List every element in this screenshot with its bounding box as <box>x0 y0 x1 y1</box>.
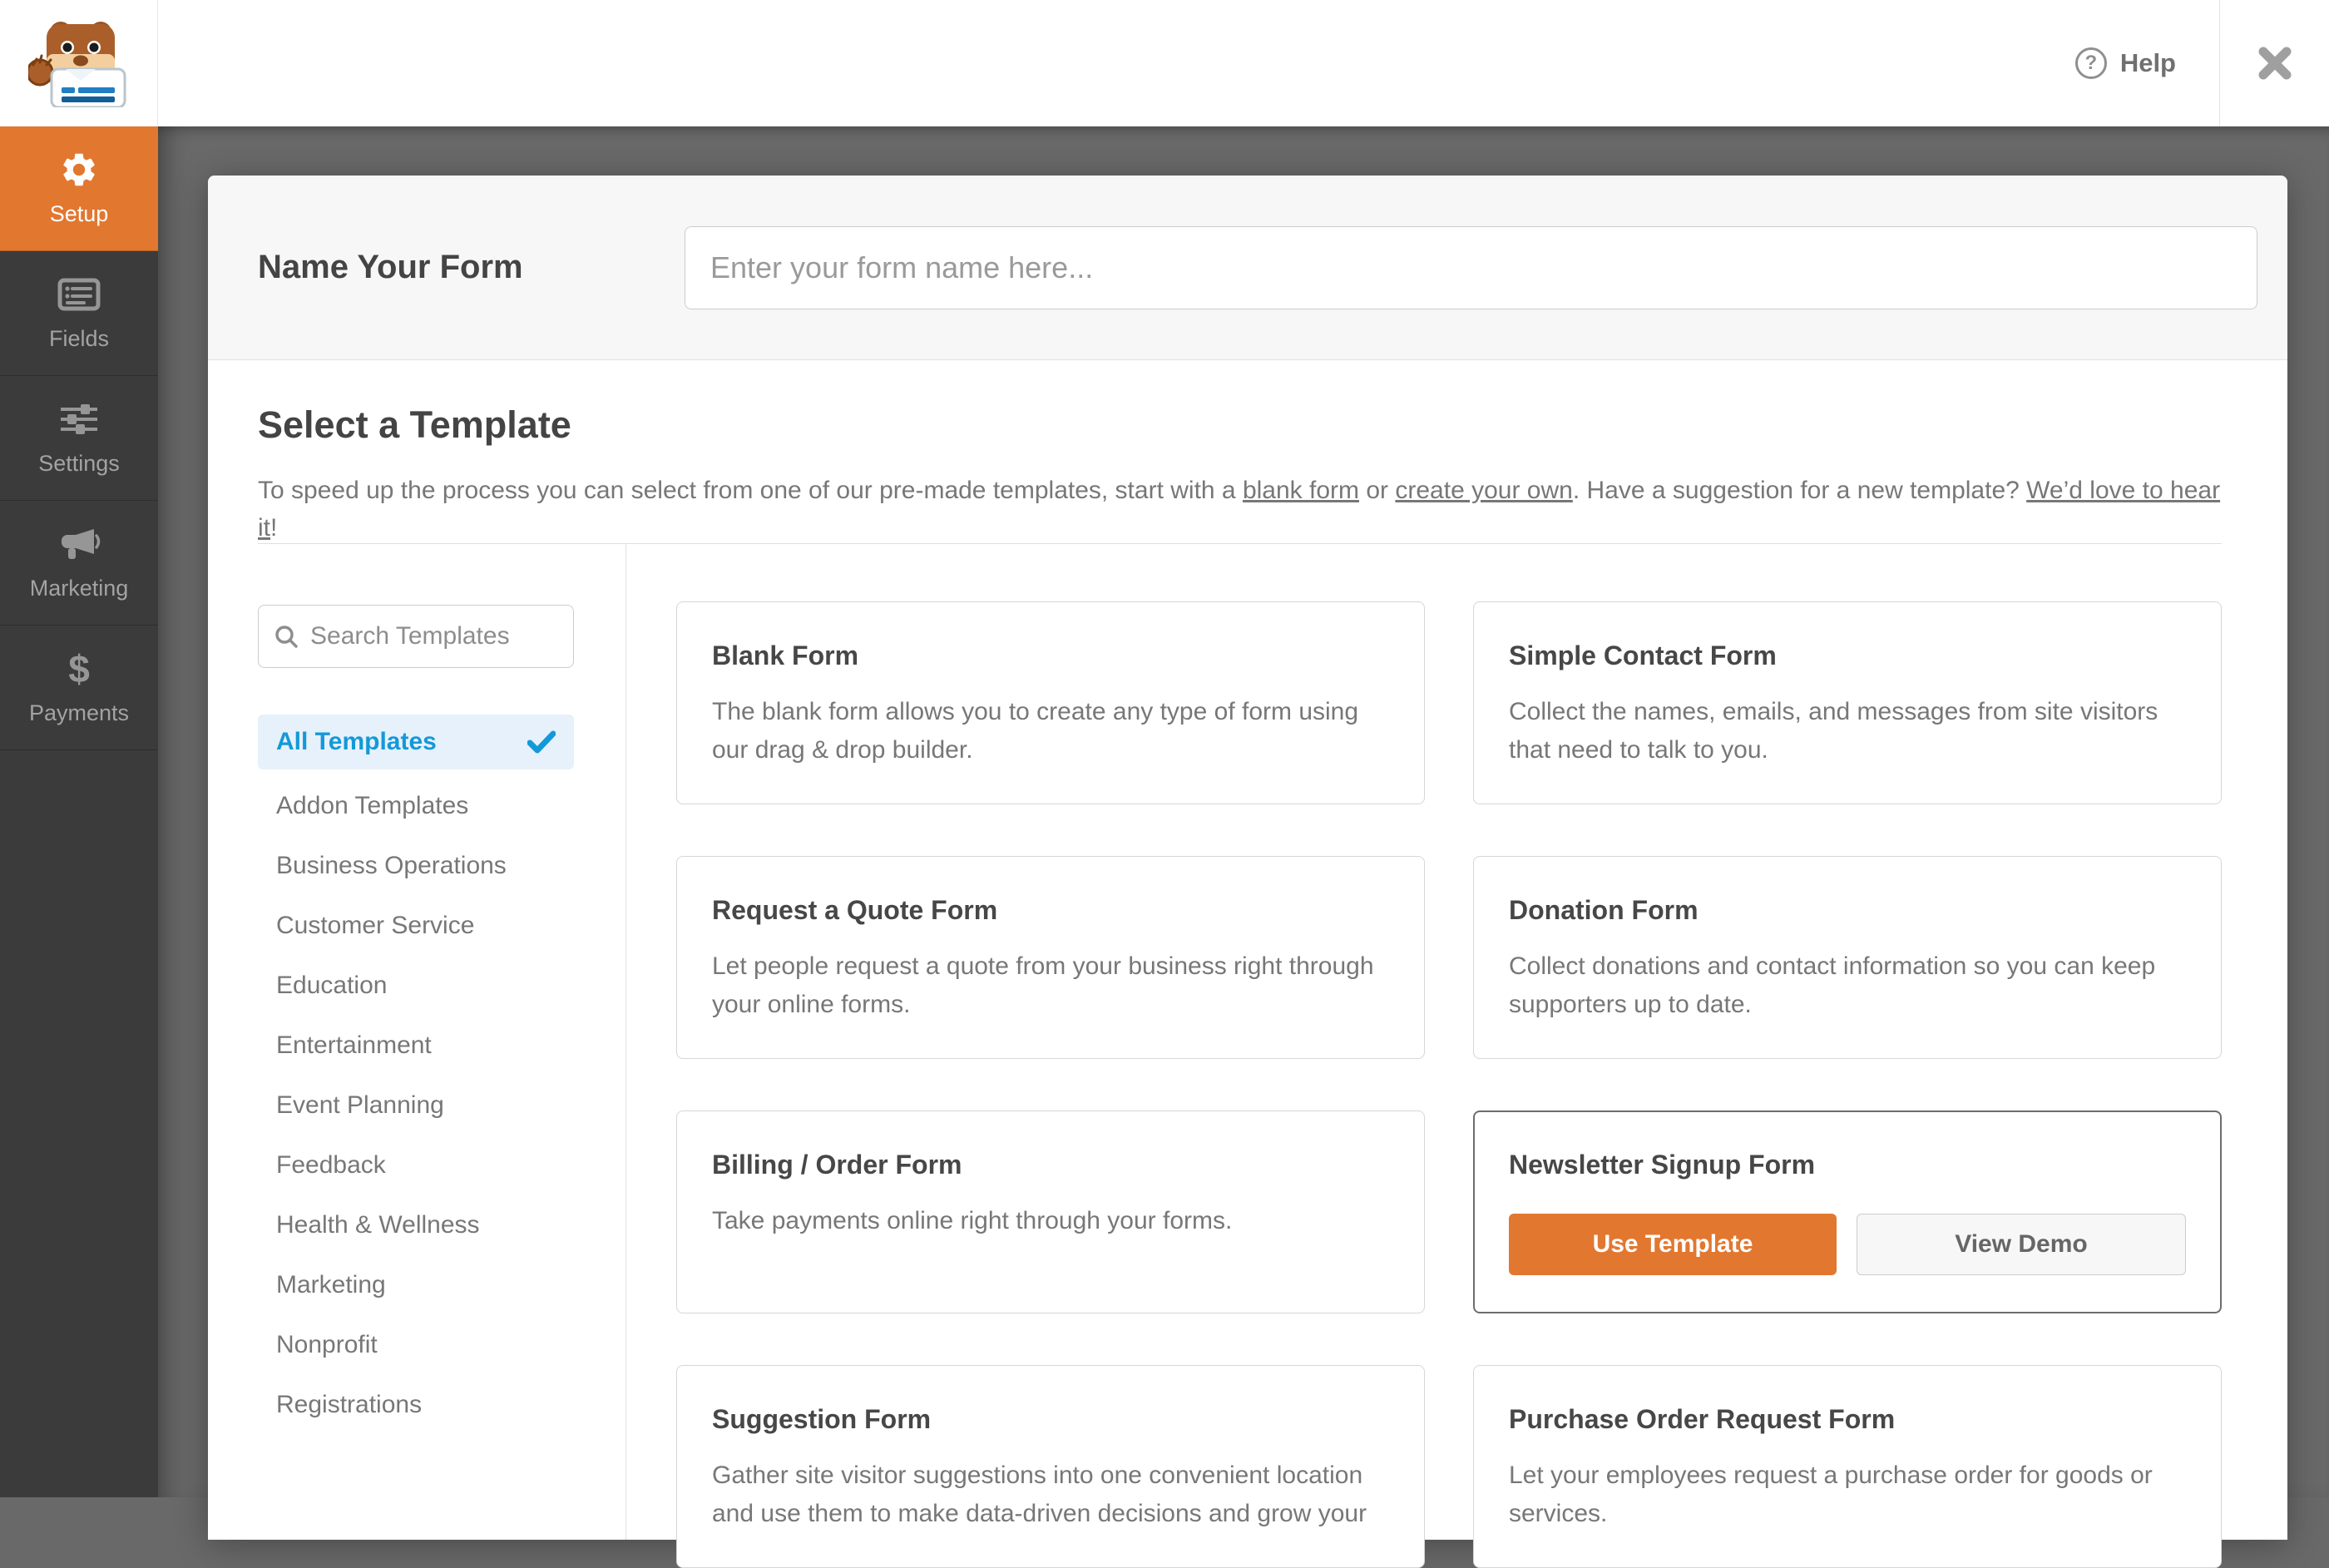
builder-sidebar: Setup Fields Settings Marketing $ Paymen… <box>0 126 158 1497</box>
category-list: All Templates Addon Templates Business O… <box>258 715 626 1435</box>
name-your-form-section: Name Your Form <box>208 176 2287 360</box>
template-card-description: The blank form allows you to create any … <box>712 698 1359 764</box>
dollar-icon: $ <box>68 647 90 690</box>
wpforms-logo <box>0 0 158 126</box>
select-template-intro: To speed up the process you can select f… <box>258 472 2238 547</box>
template-card-title: Purchase Order Request Form <box>1509 1404 1896 1434</box>
category-label: All Templates <box>276 728 437 755</box>
category-item[interactable]: Marketing <box>258 1255 574 1315</box>
template-card-actions: Use Template View Demo <box>1509 1214 2186 1275</box>
check-icon <box>527 730 556 754</box>
sidebar-item-fields[interactable]: Fields <box>0 251 158 376</box>
select-template-header: Select a Template To speed up the proces… <box>208 360 2287 547</box>
close-button[interactable] <box>2219 0 2329 126</box>
builder-main-area: Name Your Form Select a Template To spee… <box>158 126 2329 1568</box>
question-icon: ? <box>2074 47 2107 79</box>
intro-text: or <box>1359 477 1396 504</box>
select-template-title: Select a Template <box>258 403 571 446</box>
sidebar-item-setup[interactable]: Setup <box>0 126 158 251</box>
template-card-purchase-order-request-form[interactable]: Purchase Order Request Form Let your emp… <box>1473 1365 2222 1568</box>
category-item[interactable]: Feedback <box>258 1135 574 1195</box>
template-card-title: Request a Quote Form <box>712 895 998 925</box>
template-card-grid: Blank Form The blank form allows you to … <box>676 601 2222 1568</box>
sidebar-item-settings[interactable]: Settings <box>0 376 158 501</box>
category-item[interactable]: Entertainment <box>258 1016 574 1076</box>
category-item[interactable]: Nonprofit <box>258 1315 574 1375</box>
megaphone-icon <box>57 524 101 564</box>
category-item[interactable]: Event Planning <box>258 1076 574 1135</box>
search-templates-input[interactable] <box>310 622 558 650</box>
template-card-newsletter-signup-form[interactable]: Newsletter Signup Form Use Template View… <box>1473 1110 2222 1313</box>
category-all-templates[interactable]: All Templates <box>258 715 574 769</box>
sidebar-item-payments[interactable]: $ Payments <box>0 626 158 750</box>
gear-icon <box>59 150 99 190</box>
template-card-description: Take payments online right through your … <box>712 1207 1233 1234</box>
search-icon <box>275 626 298 648</box>
template-card-title: Donation Form <box>1509 895 1699 925</box>
create-your-own-link[interactable]: create your own <box>1395 477 1572 504</box>
template-card-title: Billing / Order Form <box>712 1150 962 1180</box>
template-card-donation-form[interactable]: Donation Form Collect donations and cont… <box>1473 856 2222 1059</box>
template-card-blank-form[interactable]: Blank Form The blank form allows you to … <box>676 601 1425 804</box>
category-item[interactable]: Health & Wellness <box>258 1195 574 1255</box>
view-demo-button[interactable]: View Demo <box>1857 1214 2186 1275</box>
template-card-title: Newsletter Signup Form <box>1509 1150 1816 1180</box>
template-browser: All Templates Addon Templates Business O… <box>258 543 2222 1568</box>
template-card-suggestion-form[interactable]: Suggestion Form Gather site visitor sugg… <box>676 1365 1425 1568</box>
sidebar-item-label: Fields <box>48 326 110 351</box>
blank-form-link[interactable]: blank form <box>1243 477 1359 504</box>
fields-icon <box>57 275 101 314</box>
template-card-description: Collect donations and contact informatio… <box>1509 952 2156 1018</box>
template-card-title: Suggestion Form <box>712 1404 932 1434</box>
intro-text: ! <box>270 514 278 542</box>
template-card-billing-order-form[interactable]: Billing / Order Form Take payments onlin… <box>676 1110 1425 1313</box>
category-item[interactable]: Business Operations <box>258 836 574 896</box>
template-card-description: Let your employees request a purchase or… <box>1509 1462 2153 1527</box>
name-your-form-title: Name Your Form <box>258 249 523 285</box>
category-item[interactable]: Customer Service <box>258 896 574 956</box>
template-cards-column: Blank Form The blank form allows you to … <box>626 544 2222 1568</box>
wpforms-bear-logo-icon <box>27 22 126 107</box>
use-template-button[interactable]: Use Template <box>1509 1214 1837 1275</box>
form-name-input[interactable] <box>685 225 2257 309</box>
search-templates-box[interactable] <box>258 605 574 668</box>
template-card-description: Gather site visitor suggestions into one… <box>712 1462 1367 1527</box>
category-item[interactable]: Registrations <box>258 1375 574 1435</box>
sliders-icon <box>57 399 101 439</box>
sidebar-item-label: Payments <box>28 700 130 725</box>
sidebar-item-label: Setup <box>49 201 109 226</box>
close-icon <box>2258 47 2291 80</box>
template-categories-column: All Templates Addon Templates Business O… <box>258 544 626 1540</box>
template-card-request-a-quote-form[interactable]: Request a Quote Form Let people request … <box>676 856 1425 1059</box>
setup-panel: Name Your Form Select a Template To spee… <box>208 176 2287 1568</box>
help-button[interactable]: ? Help <box>2032 0 2219 126</box>
sidebar-item-label: Settings <box>38 451 120 476</box>
category-item[interactable]: Addon Templates <box>258 776 574 836</box>
intro-text: . Have a suggestion for a new template? <box>1572 477 2027 504</box>
intro-text: To speed up the process you can select f… <box>258 477 1243 504</box>
help-label: Help <box>2119 48 2176 77</box>
sidebar-item-label: Marketing <box>29 576 129 601</box>
template-card-title: Blank Form <box>712 641 859 670</box>
category-item[interactable]: Education <box>258 956 574 1016</box>
top-header: ? Help <box>0 0 2329 126</box>
template-card-description: Collect the names, emails, and messages … <box>1509 698 2158 764</box>
template-card-simple-contact-form[interactable]: Simple Contact Form Collect the names, e… <box>1473 601 2222 804</box>
sidebar-item-marketing[interactable]: Marketing <box>0 501 158 626</box>
template-card-description: Let people request a quote from your bus… <box>712 952 1374 1018</box>
template-card-title: Simple Contact Form <box>1509 641 1777 670</box>
